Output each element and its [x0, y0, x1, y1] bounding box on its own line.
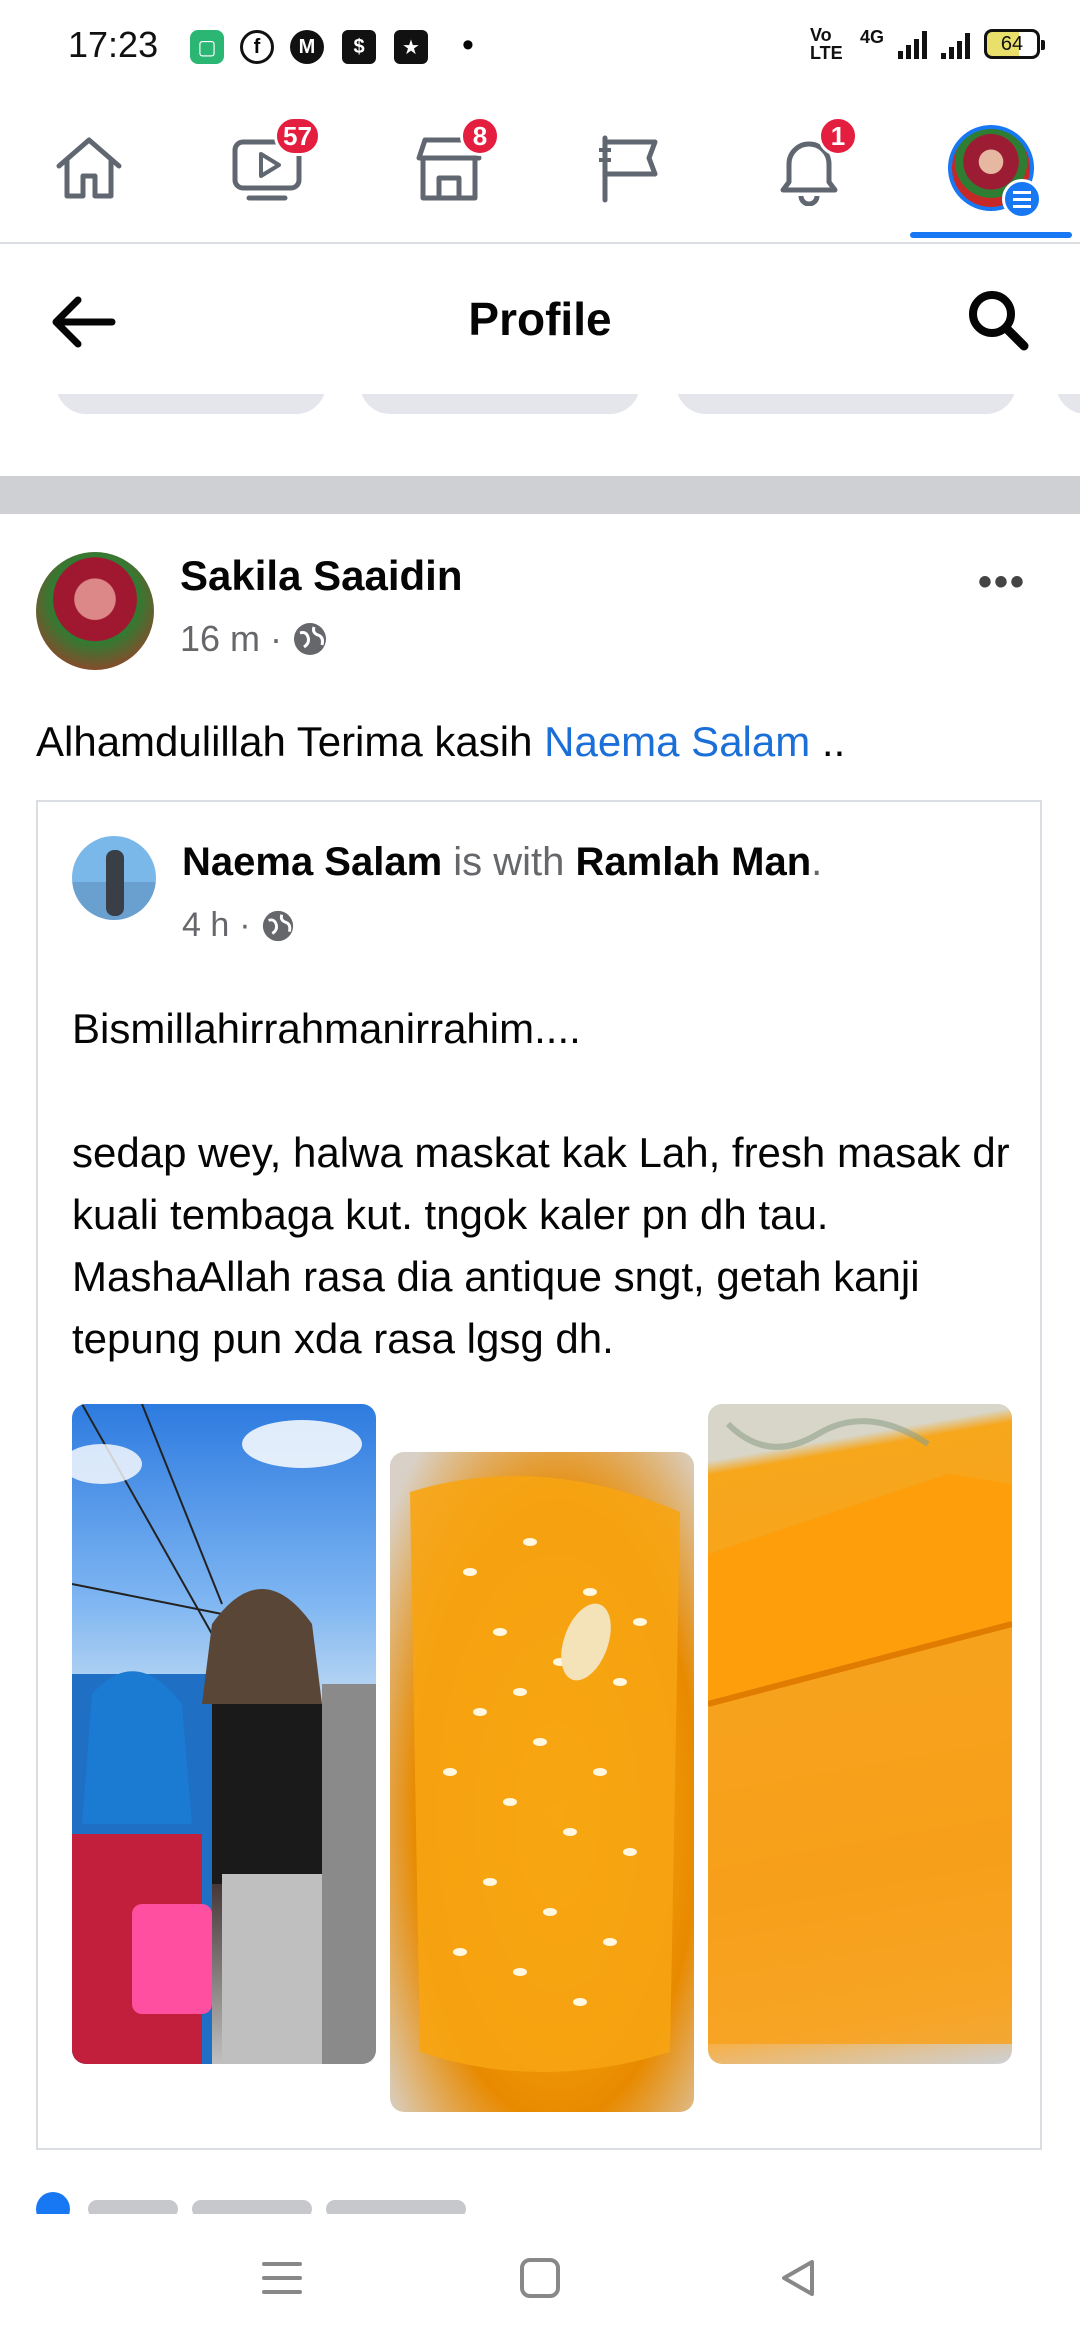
- section-divider: [0, 476, 1080, 514]
- system-nav-bar: [0, 2214, 1080, 2340]
- post-text: Alhamdulillah Terima kasih Naema Salam .…: [36, 718, 845, 766]
- signal-icon: [898, 29, 927, 59]
- shared-post-card[interactable]: Naema Salam is with Ramlah Man. 4 h · Bi…: [36, 800, 1042, 2150]
- shopping-notification-icon: $: [342, 30, 376, 64]
- menu-icon: [262, 2262, 302, 2294]
- shared-post-text: Bismillahirrahmanirrahim.... sedap wey, …: [72, 1005, 1010, 1362]
- menu-lines-icon: [1002, 179, 1042, 219]
- post-time[interactable]: 16 m: [180, 618, 260, 660]
- watch-badge: 57: [274, 116, 321, 156]
- tab-marketplace[interactable]: 8: [394, 116, 504, 218]
- meta-separator: ·: [239, 906, 251, 944]
- meta-separator: ·: [270, 618, 283, 659]
- battery-level: 64: [1000, 32, 1024, 55]
- chips-strip: [0, 394, 1080, 454]
- tab-notifications[interactable]: 1: [754, 116, 864, 218]
- profile-header: Profile: [0, 244, 1080, 394]
- photo-halwa-sesame[interactable]: [390, 1452, 694, 2112]
- network-label: 4G: [859, 26, 884, 47]
- post-text-suffix: ..: [810, 718, 846, 765]
- status-time: 17:23: [68, 24, 159, 65]
- triangle-back-icon: [782, 2260, 814, 2296]
- shared-author-avatar[interactable]: [72, 836, 156, 920]
- volte-label: Vo LTE: [809, 25, 843, 63]
- active-tab-indicator: [910, 232, 1072, 238]
- square-home-icon: [520, 2258, 560, 2298]
- shared-author-line: Naema Salam is with Ramlah Man.: [182, 840, 822, 885]
- messenger-notification-icon: M: [290, 30, 324, 64]
- shared-author-name[interactable]: Naema Salam: [182, 840, 442, 884]
- notifications-badge: 1: [818, 116, 858, 156]
- shared-meta: 4 h ·: [182, 906, 295, 945]
- battery-icon: 64: [984, 29, 1045, 59]
- author-avatar[interactable]: [36, 552, 154, 670]
- search-icon[interactable]: [964, 286, 1030, 352]
- tagged-person[interactable]: Ramlah Man: [576, 840, 812, 884]
- page-title: Profile: [468, 293, 612, 345]
- status-right-group: Vo LTE 4G 64: [809, 25, 1045, 63]
- post-meta: 16 m ·: [180, 618, 328, 660]
- globe-icon: [262, 910, 293, 941]
- photo-halwa-slab[interactable]: [708, 1404, 1012, 2064]
- tab-home[interactable]: [34, 118, 144, 218]
- chip[interactable]: [1056, 394, 1080, 414]
- with-text: is with: [442, 840, 576, 884]
- post-author-name[interactable]: Sakila Saaidin: [180, 552, 462, 600]
- photo-two-women[interactable]: [72, 1404, 376, 2064]
- flag-icon: [599, 135, 658, 203]
- more-options-button[interactable]: •••: [978, 560, 1026, 605]
- tab-watch[interactable]: 57: [214, 116, 324, 218]
- facebook-notification-icon: f: [240, 30, 274, 64]
- period: .: [811, 840, 823, 884]
- home-icon: [56, 137, 122, 199]
- post-text-prefix: Alhamdulillah Terima kasih: [36, 718, 545, 765]
- back-button[interactable]: [768, 2248, 828, 2308]
- globe-icon: [294, 623, 327, 655]
- top-nav-bar: 57 8 1: [0, 96, 1080, 244]
- tab-pages[interactable]: [574, 118, 684, 218]
- status-bar: 17:23 ▢ f M $ ★ • Vo LTE 4G 64: [0, 0, 1080, 96]
- app-notification-icon: ▢: [190, 30, 224, 64]
- chip[interactable]: [56, 394, 326, 414]
- tagged-link[interactable]: Naema Salam: [544, 718, 810, 765]
- recent-apps-button[interactable]: [252, 2248, 312, 2308]
- tab-menu[interactable]: [936, 118, 1046, 219]
- shared-time[interactable]: 4 h: [182, 906, 229, 945]
- signal-2-icon: [941, 29, 970, 59]
- chip[interactable]: [360, 394, 640, 414]
- star-notification-icon: ★: [394, 30, 428, 64]
- marketplace-badge: 8: [460, 116, 500, 156]
- home-button[interactable]: [510, 2248, 570, 2308]
- more-notifications-dot: •: [462, 26, 474, 64]
- profile-avatar-icon: [948, 125, 1042, 219]
- chip[interactable]: [676, 394, 1016, 414]
